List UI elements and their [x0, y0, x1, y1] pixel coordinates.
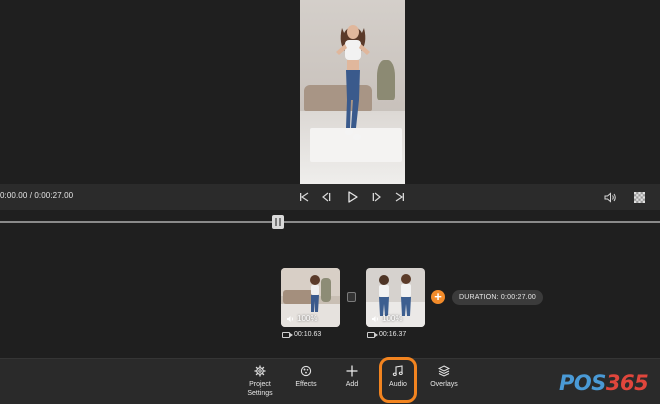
project-settings-label: Project Settings	[247, 381, 273, 397]
playhead-handle[interactable]	[272, 215, 284, 229]
skip-to-start-button[interactable]	[296, 189, 312, 205]
timecode: 0:00.00 / 0:00:27.00	[0, 191, 74, 200]
speaker-icon	[604, 191, 616, 203]
video-preview-area	[0, 0, 660, 184]
previous-frame-button[interactable]	[318, 189, 334, 205]
total-duration-badge: DURATION: 0:00:27.00	[452, 290, 544, 305]
effects-icon	[300, 365, 312, 377]
project-settings-button[interactable]: Project Settings	[240, 365, 280, 398]
add-clip-button[interactable]: +	[431, 290, 445, 304]
audio-highlight-ring	[379, 357, 417, 403]
clip-2-duration-value: 00:16.37	[379, 331, 407, 338]
overlays-button[interactable]: Overlays	[424, 365, 464, 389]
aspect-ratio-button[interactable]	[631, 189, 647, 205]
clip-1-volume-value: 100%	[297, 314, 318, 323]
plus-icon	[346, 365, 358, 377]
overlays-label: Overlays	[430, 381, 458, 388]
clip-1-volume-icon	[287, 315, 293, 322]
timeline-scrubber-track[interactable]	[0, 221, 660, 223]
skip-to-end-icon	[395, 192, 404, 202]
transport-bar: 0:00.00 / 0:00:27.00	[0, 184, 660, 210]
add-label: Add	[345, 381, 359, 388]
timeline-clip-1[interactable]: 100%	[281, 268, 340, 327]
clip-2-volume-value: 100%	[382, 314, 403, 323]
video-camera-icon	[367, 331, 378, 338]
skip-to-start-icon	[300, 192, 309, 202]
effects-button[interactable]: Effects	[286, 365, 326, 389]
timeline-clip-2[interactable]: 100%	[366, 268, 425, 327]
preview-dancer	[336, 25, 370, 140]
previous-frame-icon	[322, 192, 331, 202]
checkerboard-icon	[633, 191, 645, 203]
video-preview-frame[interactable]	[300, 0, 405, 184]
layers-icon	[438, 365, 450, 377]
watermark-number-text: 365	[605, 371, 649, 395]
next-frame-button[interactable]	[369, 189, 385, 205]
play-button[interactable]	[344, 189, 360, 205]
gear-icon	[254, 365, 266, 377]
watermark-text: POS365	[559, 371, 649, 395]
add-button[interactable]: Add	[332, 365, 372, 389]
clip-2-duration: 00:16.37	[367, 331, 406, 338]
volume-button[interactable]	[602, 189, 618, 205]
watermark-pos-text: POS	[559, 371, 606, 395]
pos365-watermark-logo: POS365	[549, 371, 659, 399]
clip-2-volume[interactable]: 100%	[371, 314, 402, 323]
clip-1-duration: 00:10.63	[282, 331, 321, 338]
skip-to-end-button[interactable]	[392, 189, 408, 205]
effects-label: Effects	[295, 381, 317, 388]
next-frame-icon	[372, 192, 381, 202]
clip-2-volume-icon	[372, 315, 378, 322]
play-icon	[347, 191, 358, 203]
video-camera-icon	[282, 331, 293, 338]
clip-1-duration-value: 00:10.63	[294, 331, 322, 338]
clip-1-volume[interactable]: 100%	[286, 314, 317, 323]
transition-marker[interactable]	[347, 292, 356, 302]
